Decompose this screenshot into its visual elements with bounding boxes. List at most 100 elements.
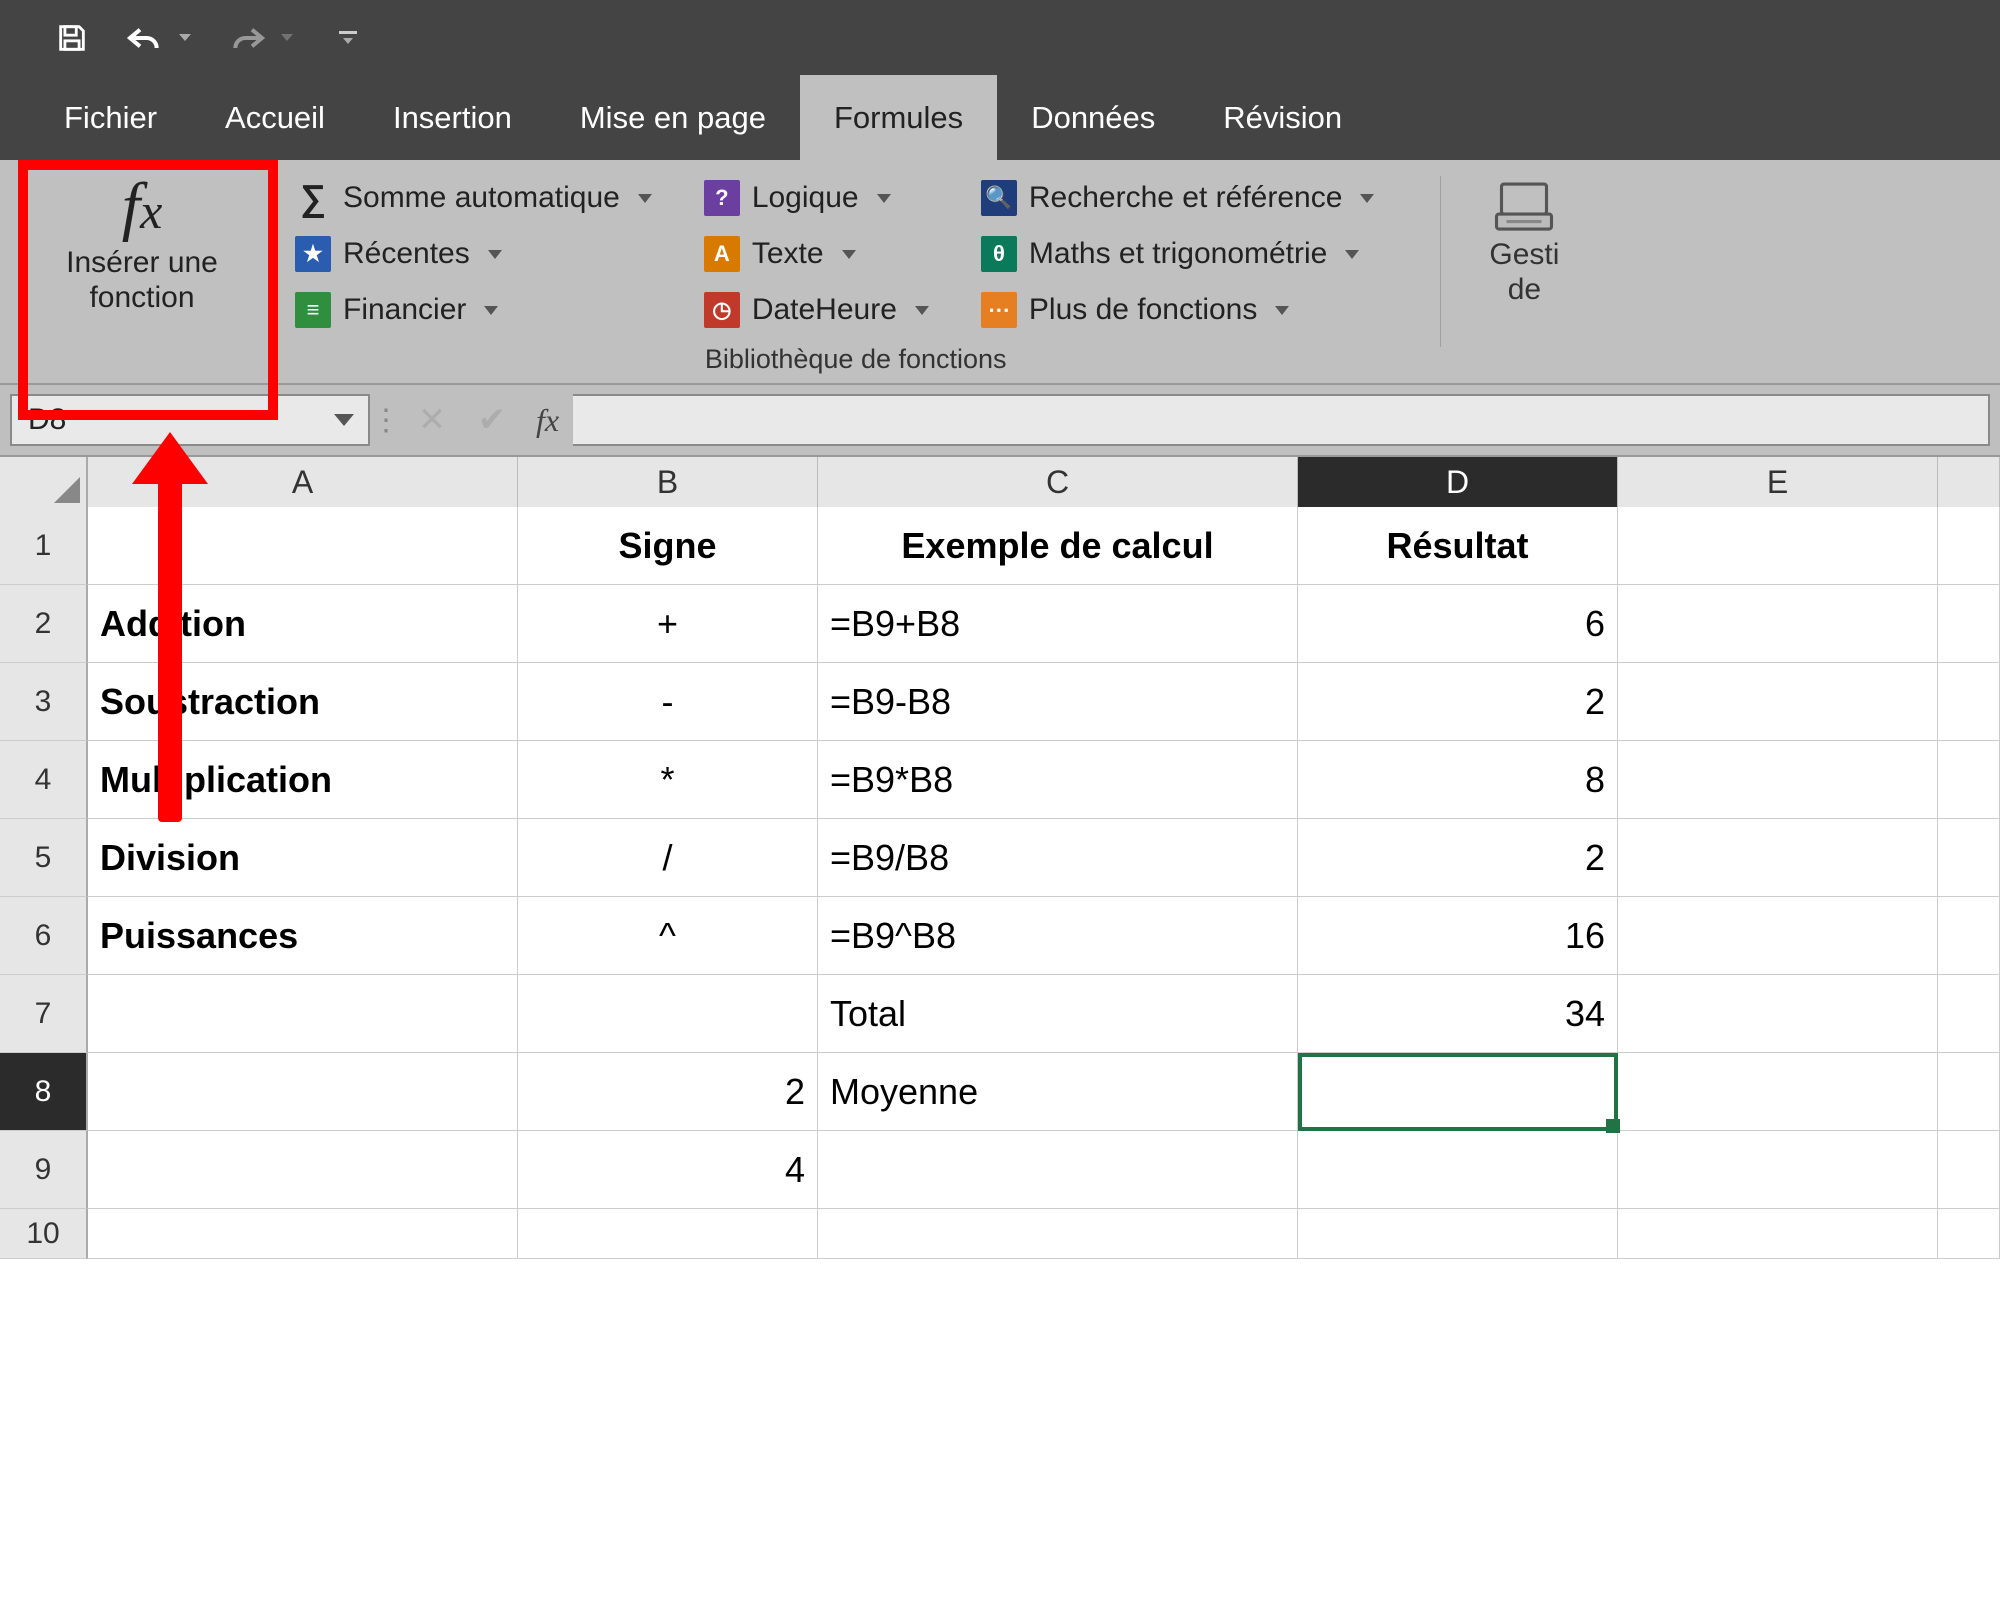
col-header-d[interactable]: D (1298, 457, 1618, 507)
cell-a8[interactable] (88, 1053, 518, 1131)
col-header-c[interactable]: C (818, 457, 1298, 507)
cell-b1[interactable]: Signe (518, 507, 818, 585)
more-functions-button[interactable]: ⋯ Plus de fonctions (975, 284, 1381, 336)
cell-c6[interactable]: =B9^B8 (818, 897, 1298, 975)
cell-d6[interactable]: 16 (1298, 897, 1618, 975)
col-header-e[interactable]: E (1618, 457, 1938, 507)
name-manager-button[interactable]: Gestide (1459, 170, 1589, 307)
row-header-10[interactable]: 10 (0, 1209, 88, 1259)
logical-button[interactable]: ? Logique (698, 172, 935, 224)
cell-c2[interactable]: =B9+B8 (818, 585, 1298, 663)
cell-d10[interactable] (1298, 1209, 1618, 1259)
cell-d5[interactable]: 2 (1298, 819, 1618, 897)
cell-e5[interactable] (1618, 819, 1938, 897)
row-header-7[interactable]: 7 (0, 975, 88, 1053)
cell-a6[interactable]: Puissances (88, 897, 518, 975)
lookup-button[interactable]: 🔍 Recherche et référence (975, 172, 1381, 224)
cell-e1[interactable] (1618, 507, 1938, 585)
cell-f8[interactable] (1938, 1053, 2000, 1131)
tab-accueil[interactable]: Accueil (191, 75, 359, 160)
cell-b2[interactable]: + (518, 585, 818, 663)
cell-c1[interactable]: Exemple de calcul (818, 507, 1298, 585)
cell-b5[interactable]: / (518, 819, 818, 897)
cell-b3[interactable]: - (518, 663, 818, 741)
cell-f5[interactable] (1938, 819, 2000, 897)
col-header-b[interactable]: B (518, 457, 818, 507)
text-button[interactable]: A Texte (698, 228, 935, 280)
tab-fichier[interactable]: Fichier (30, 75, 191, 160)
autosum-button[interactable]: ∑ Somme automatique (289, 172, 658, 224)
col-header-f[interactable] (1938, 457, 2000, 507)
cell-a2[interactable]: Addition (88, 585, 518, 663)
cell-d7[interactable]: 34 (1298, 975, 1618, 1053)
cell-c5[interactable]: =B9/B8 (818, 819, 1298, 897)
cell-c8[interactable]: Moyenne (818, 1053, 1298, 1131)
row-header-8[interactable]: 8 (0, 1053, 88, 1131)
cell-e7[interactable] (1618, 975, 1938, 1053)
cell-c3[interactable]: =B9-B8 (818, 663, 1298, 741)
row-header-1[interactable]: 1 (0, 507, 88, 585)
fx-button[interactable]: fx (522, 402, 573, 439)
tab-donnees[interactable]: Données (997, 75, 1189, 160)
redo-button[interactable] (227, 22, 293, 54)
tab-mise-en-page[interactable]: Mise en page (546, 75, 800, 160)
select-all-corner[interactable] (0, 457, 88, 507)
cell-f1[interactable] (1938, 507, 2000, 585)
cell-d9[interactable] (1298, 1131, 1618, 1209)
formula-input[interactable] (573, 394, 1990, 446)
cell-f2[interactable] (1938, 585, 2000, 663)
cell-d2[interactable]: 6 (1298, 585, 1618, 663)
cell-e9[interactable] (1618, 1131, 1938, 1209)
tab-insertion[interactable]: Insertion (359, 75, 546, 160)
cell-a1[interactable] (88, 507, 518, 585)
insert-function-button[interactable]: fx Insérer unefonction (32, 170, 252, 315)
row-header-9[interactable]: 9 (0, 1131, 88, 1209)
cell-b4[interactable]: * (518, 741, 818, 819)
cancel-button[interactable]: ✕ (402, 394, 462, 446)
cell-f3[interactable] (1938, 663, 2000, 741)
cell-f6[interactable] (1938, 897, 2000, 975)
datetime-button[interactable]: ◷ DateHeure (698, 284, 935, 336)
row-header-4[interactable]: 4 (0, 741, 88, 819)
row-header-5[interactable]: 5 (0, 819, 88, 897)
financial-button[interactable]: ≡ Financier (289, 284, 658, 336)
tab-revision[interactable]: Révision (1189, 75, 1376, 160)
cell-c7[interactable]: Total (818, 975, 1298, 1053)
recent-button[interactable]: ★ Récentes (289, 228, 658, 280)
row-header-6[interactable]: 6 (0, 897, 88, 975)
cell-a5[interactable]: Division (88, 819, 518, 897)
cell-b8[interactable]: 2 (518, 1053, 818, 1131)
enter-button[interactable]: ✔ (462, 394, 522, 446)
cell-e8[interactable] (1618, 1053, 1938, 1131)
cell-a7[interactable] (88, 975, 518, 1053)
cell-a4[interactable]: Multiplication (88, 741, 518, 819)
cell-e3[interactable] (1618, 663, 1938, 741)
cell-b6[interactable]: ^ (518, 897, 818, 975)
row-header-3[interactable]: 3 (0, 663, 88, 741)
cell-e4[interactable] (1618, 741, 1938, 819)
cell-f7[interactable] (1938, 975, 2000, 1053)
cell-f9[interactable] (1938, 1131, 2000, 1209)
cell-d3[interactable]: 2 (1298, 663, 1618, 741)
cell-a3[interactable]: Soustraction (88, 663, 518, 741)
cell-c4[interactable]: =B9*B8 (818, 741, 1298, 819)
undo-button[interactable] (125, 22, 191, 54)
cell-b7[interactable] (518, 975, 818, 1053)
col-header-a[interactable]: A (88, 457, 518, 507)
cell-d8[interactable] (1298, 1053, 1618, 1131)
tab-formules[interactable]: Formules (800, 75, 997, 160)
cell-f10[interactable] (1938, 1209, 2000, 1259)
cell-c9[interactable] (818, 1131, 1298, 1209)
cell-f4[interactable] (1938, 741, 2000, 819)
cell-b10[interactable] (518, 1209, 818, 1259)
cell-e2[interactable] (1618, 585, 1938, 663)
cell-d4[interactable]: 8 (1298, 741, 1618, 819)
customize-qat-button[interactable] (339, 31, 357, 44)
save-button[interactable] (55, 21, 89, 55)
math-button[interactable]: θ Maths et trigonométrie (975, 228, 1381, 280)
cell-a9[interactable] (88, 1131, 518, 1209)
cell-b9[interactable]: 4 (518, 1131, 818, 1209)
name-box[interactable]: D8 (10, 394, 370, 446)
cell-c10[interactable] (818, 1209, 1298, 1259)
row-header-2[interactable]: 2 (0, 585, 88, 663)
